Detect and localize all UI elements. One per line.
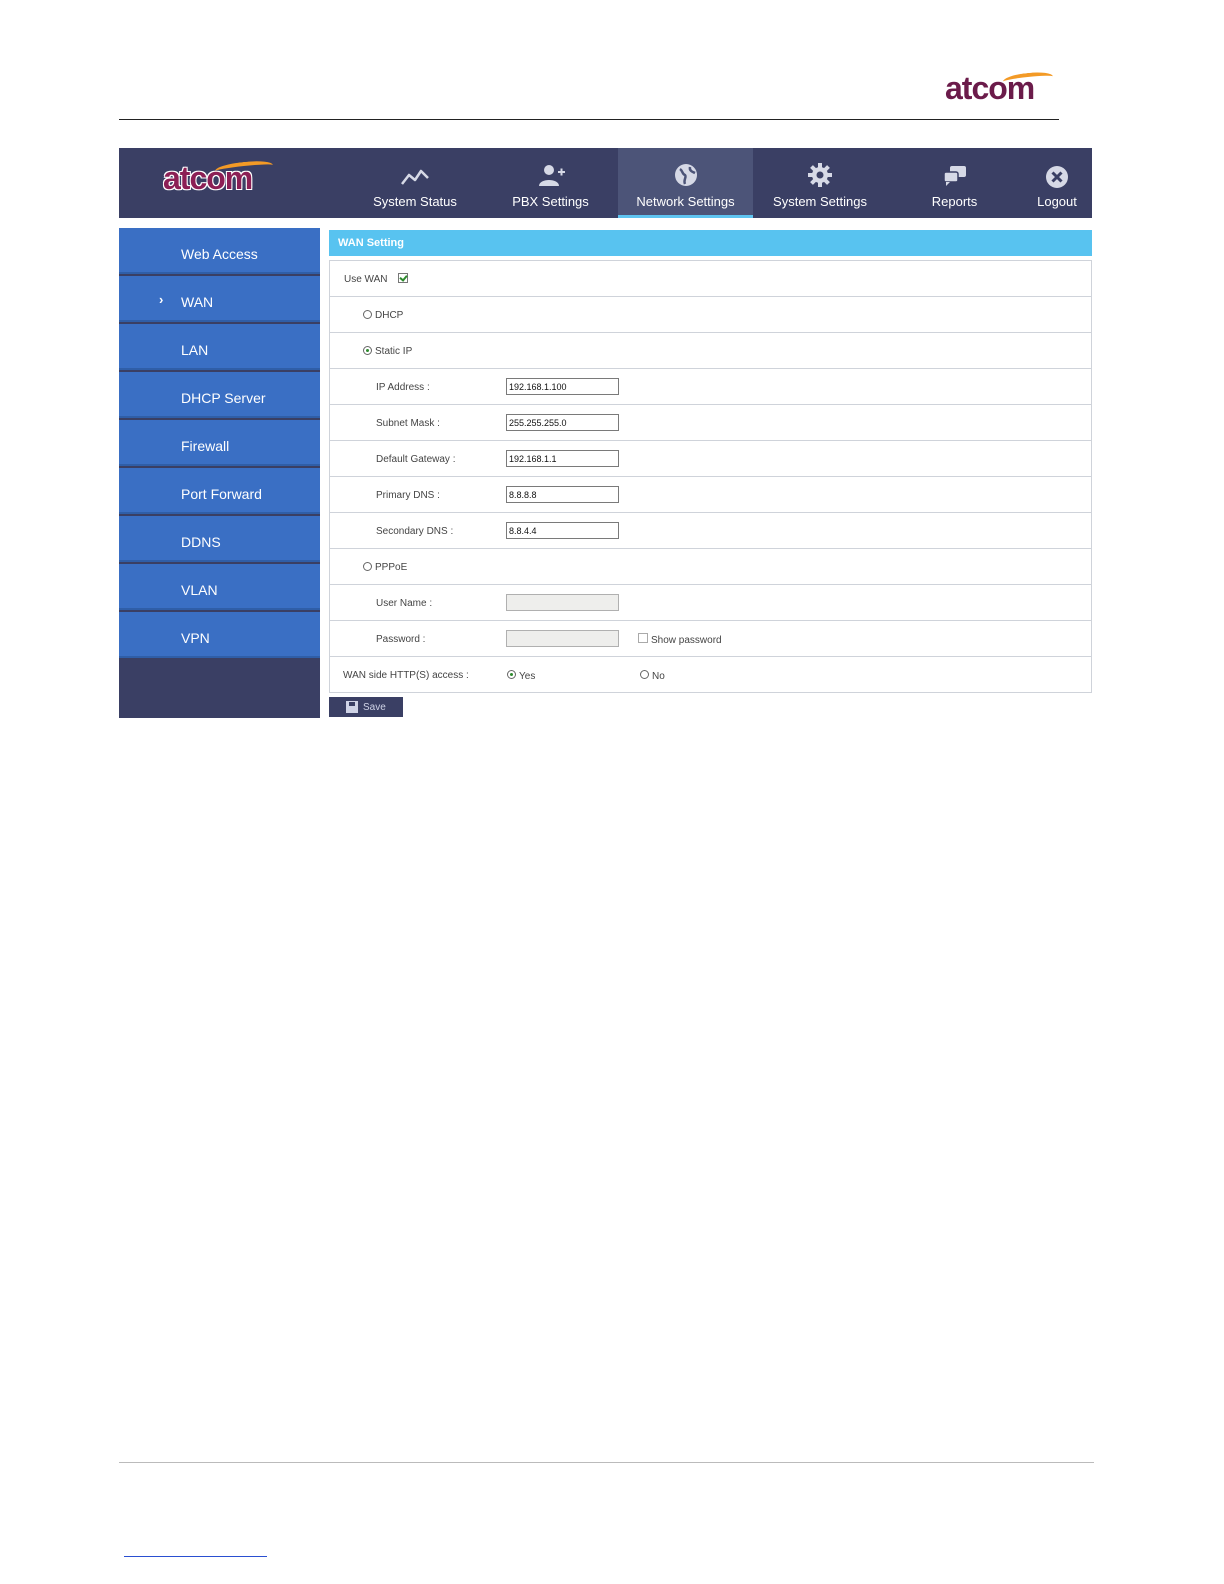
use-wan-checkbox[interactable] [398, 273, 408, 283]
dhcp-radio[interactable] [363, 310, 372, 319]
subnet-mask-row: Subnet Mask : [330, 404, 1091, 440]
save-label: Save [363, 702, 386, 713]
default-gateway-row: Default Gateway : [330, 440, 1091, 476]
nav-network-settings[interactable]: Network Settings [618, 148, 753, 218]
user-name-row: User Name : [330, 584, 1091, 620]
sidebar-item-port-forward[interactable]: Port Forward [119, 468, 320, 514]
chat-bubbles-icon [942, 166, 966, 186]
save-button[interactable]: Save [329, 697, 403, 717]
dhcp-label: DHCP [375, 310, 404, 321]
password-label: Password : [376, 634, 426, 645]
wan-form: Use WAN DHCP Static IP IP Address : Subn… [329, 260, 1092, 693]
pppoe-radio[interactable] [363, 562, 372, 571]
pppoe-row: PPPoE [330, 548, 1091, 584]
sidebar-item-label: Firewall [181, 438, 230, 454]
panel-title: WAN Setting [329, 230, 1092, 256]
static-ip-label: Static IP [375, 346, 413, 357]
http-access-label: WAN side HTTP(S) access : [343, 670, 469, 681]
password-input[interactable] [506, 630, 619, 647]
chart-line-icon [401, 169, 429, 185]
footer-link-underline[interactable] [124, 1556, 267, 1557]
top-navigation-bar: atcom System Status PBX Settings Network… [119, 148, 1092, 218]
nav-label: System Status [373, 194, 457, 209]
globe-icon [674, 164, 697, 186]
sidebar-item-label: Port Forward [181, 486, 262, 502]
pppoe-label: PPPoE [375, 562, 408, 573]
wan-setting-panel: WAN Setting Use WAN DHCP Static IP IP Ad… [329, 230, 1092, 693]
sidebar-item-lan[interactable]: LAN [119, 324, 320, 370]
password-row: Password : Show password [330, 620, 1091, 656]
primary-dns-row: Primary DNS : [330, 476, 1091, 512]
app-window: atcom System Status PBX Settings Network… [119, 148, 1092, 718]
default-gateway-label: Default Gateway : [376, 454, 456, 465]
http-access-row: WAN side HTTP(S) access : Yes No [330, 656, 1091, 692]
http-access-no-radio[interactable] [640, 670, 649, 679]
floppy-disk-icon [346, 701, 358, 713]
sidebar-item-vpn[interactable]: VPN [119, 612, 320, 658]
use-wan-row: Use WAN [330, 260, 1091, 296]
secondary-dns-row: Secondary DNS : [330, 512, 1091, 548]
sidebar-item-dhcp-server[interactable]: DHCP Server [119, 372, 320, 418]
footer-divider [119, 1462, 1094, 1463]
nav-label: PBX Settings [512, 194, 589, 209]
sidebar-item-vlan[interactable]: VLAN [119, 564, 320, 610]
nav-label: Logout [1037, 194, 1077, 209]
show-password-label: Show password [651, 635, 722, 646]
sidebar-item-label: LAN [181, 342, 209, 358]
nav-label: System Settings [773, 194, 867, 209]
sidebar-item-web-access[interactable]: Web Access [119, 228, 320, 274]
static-ip-row: Static IP [330, 332, 1091, 368]
sidebar-item-ddns[interactable]: DDNS [119, 516, 320, 562]
primary-dns-label: Primary DNS : [376, 490, 440, 501]
ip-address-input[interactable] [506, 378, 619, 395]
sidebar-item-firewall[interactable]: Firewall [119, 420, 320, 466]
nav-reports[interactable]: Reports [887, 148, 1022, 218]
sidebar-item-label: DDNS [181, 534, 221, 550]
nav-system-status[interactable]: System Status [347, 148, 483, 218]
http-access-yes-radio[interactable] [507, 670, 516, 679]
nav-logout[interactable]: Logout [1022, 148, 1092, 218]
gear-icon [808, 163, 832, 187]
dhcp-row: DHCP [330, 296, 1091, 332]
header-divider [119, 119, 1059, 120]
show-password-checkbox[interactable] [638, 633, 648, 643]
default-gateway-input[interactable] [506, 450, 619, 467]
chevron-right-icon: › [159, 292, 164, 307]
app-logo: atcom [163, 159, 278, 204]
ip-address-label: IP Address : [376, 382, 430, 393]
document-header-logo: atcom [945, 70, 1060, 110]
subnet-mask-input[interactable] [506, 414, 619, 431]
user-name-input[interactable] [506, 594, 619, 611]
close-circle-icon [1046, 166, 1068, 188]
sidebar-item-wan[interactable]: › WAN [119, 276, 320, 322]
http-access-yes-label: Yes [519, 671, 536, 682]
sidebar-item-label: VLAN [181, 582, 218, 598]
nav-label: Reports [931, 194, 978, 209]
static-ip-radio[interactable] [363, 346, 372, 355]
sidebar-item-label: WAN [181, 294, 214, 310]
secondary-dns-label: Secondary DNS : [376, 526, 454, 537]
sidebar-item-label: Web Access [181, 246, 258, 262]
sidebar-item-label: DHCP Server [181, 390, 266, 406]
http-access-no-label: No [652, 671, 665, 682]
user-name-label: User Name : [376, 598, 433, 609]
nav-label: Network Settings [636, 194, 735, 209]
sidebar: Web Access › WAN LAN DHCP Server Firewal… [119, 228, 320, 718]
user-add-icon [538, 165, 565, 186]
nav-system-settings[interactable]: System Settings [753, 148, 887, 218]
primary-dns-input[interactable] [506, 486, 619, 503]
nav-pbx-settings[interactable]: PBX Settings [483, 148, 618, 218]
secondary-dns-input[interactable] [506, 522, 619, 539]
use-wan-label: Use WAN [344, 274, 388, 285]
subnet-mask-label: Subnet Mask : [376, 418, 440, 429]
sidebar-item-label: VPN [181, 630, 210, 646]
ip-address-row: IP Address : [330, 368, 1091, 404]
